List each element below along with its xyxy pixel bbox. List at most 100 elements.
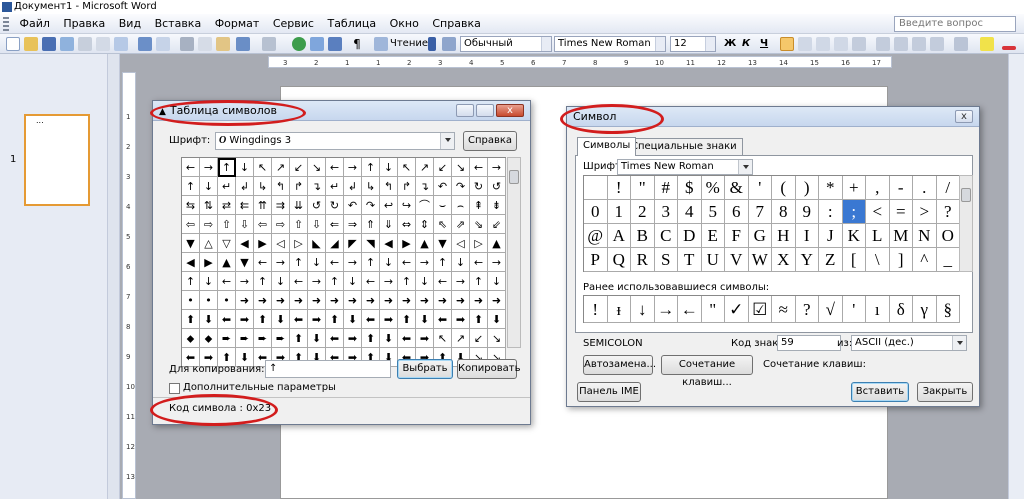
charmap-char-cell[interactable]: ⇐ xyxy=(326,215,344,234)
charmap-char-cell[interactable]: ↲ xyxy=(236,177,254,196)
charmap-font-select[interactable]: O Wingdings 3 xyxy=(215,132,455,150)
symbol-cell[interactable]: . xyxy=(913,176,937,200)
charmap-char-cell[interactable]: ← xyxy=(326,158,344,177)
symbol-cell[interactable]: Z xyxy=(819,248,843,272)
charmap-char-cell[interactable]: → xyxy=(416,253,434,272)
symbol-cell[interactable]: 9 xyxy=(795,200,819,224)
charmap-char-cell[interactable]: ➜ xyxy=(308,291,326,310)
charmap-char-cell[interactable]: ↺ xyxy=(488,177,506,196)
charmap-char-cell[interactable]: ← xyxy=(434,272,452,291)
symbol-scroll-thumb[interactable] xyxy=(961,188,971,202)
charmap-char-cell[interactable]: ⇇ xyxy=(236,196,254,215)
symbol-cell[interactable]: ! xyxy=(607,176,631,200)
symbol-cell[interactable]: I xyxy=(795,224,819,248)
reading-mode-icon[interactable] xyxy=(374,37,388,51)
charmap-char-cell[interactable]: ⇆ xyxy=(182,196,200,215)
recent-symbol-cell[interactable]: ᵻ xyxy=(607,296,631,323)
charmap-char-cell[interactable]: ➨ xyxy=(218,329,236,348)
symbol-cell[interactable]: ; xyxy=(842,200,866,224)
symbol-cell[interactable]: P xyxy=(584,248,608,272)
shortcut-key-button[interactable]: Сочетание клавиш... xyxy=(661,355,753,388)
symbol-cell[interactable]: $ xyxy=(678,176,702,200)
charmap-char-cell[interactable]: ➡ xyxy=(452,310,470,329)
symbol-cell[interactable]: B xyxy=(631,224,655,248)
charmap-char-cell[interactable]: → xyxy=(452,272,470,291)
tables-borders-icon[interactable] xyxy=(310,37,324,51)
menu-edit[interactable]: Правка xyxy=(58,14,110,34)
charmap-char-cell[interactable]: ⬇ xyxy=(200,310,218,329)
reading-mode-label[interactable]: Чтение xyxy=(390,36,428,52)
copy-button[interactable]: Копировать xyxy=(457,359,520,379)
charmap-char-cell[interactable]: ↱ xyxy=(398,177,416,196)
charmap-char-cell[interactable]: ⇄ xyxy=(218,196,236,215)
symbol-cell[interactable]: V xyxy=(725,248,749,272)
charmap-char-cell[interactable]: ⌢ xyxy=(452,196,470,215)
charmap-char-cell[interactable]: ↓ xyxy=(200,177,218,196)
charmap-char-cell[interactable]: ↑ xyxy=(326,272,344,291)
translate-icon[interactable] xyxy=(156,37,170,51)
tab-symbols[interactable]: Символы xyxy=(577,137,637,156)
numbering-icon[interactable] xyxy=(876,37,890,51)
symbol-cell[interactable]: 7 xyxy=(748,200,772,224)
charmap-char-cell[interactable]: ▶ xyxy=(398,234,416,253)
symbol-grid-scrollbar[interactable] xyxy=(959,175,973,272)
recent-symbol-cell[interactable]: ☑ xyxy=(748,296,772,323)
symbol-close-button[interactable]: x xyxy=(955,110,973,123)
charmap-char-cell[interactable]: ↵ xyxy=(218,177,236,196)
symbol-cell[interactable]: L xyxy=(866,224,890,248)
charmap-char-cell[interactable]: → xyxy=(272,253,290,272)
charmap-char-cell[interactable]: ◤ xyxy=(344,234,362,253)
symbol-cell[interactable]: M xyxy=(889,224,913,248)
menu-insert[interactable]: Вставка xyxy=(150,14,207,34)
charmap-char-cell[interactable]: ↖ xyxy=(434,329,452,348)
charmap-char-cell[interactable]: ⇑ xyxy=(362,215,380,234)
symbol-cell[interactable]: = xyxy=(889,200,913,224)
charmap-char-cell[interactable]: ↳ xyxy=(254,177,272,196)
page-thumbnail[interactable]: ... xyxy=(24,114,90,206)
symbol-cell[interactable]: ] xyxy=(889,248,913,272)
symbol-cell[interactable]: F xyxy=(725,224,749,248)
charmap-char-cell[interactable]: ↓ xyxy=(380,158,398,177)
charmap-char-cell[interactable]: ➡ xyxy=(344,329,362,348)
charmap-char-cell[interactable]: ⬇ xyxy=(380,329,398,348)
charmap-char-cell[interactable]: ⇩ xyxy=(236,215,254,234)
menu-help[interactable]: Справка xyxy=(427,14,485,34)
recent-symbol-cell[interactable]: ' xyxy=(842,296,866,323)
charmap-char-cell[interactable]: ↩ xyxy=(380,196,398,215)
charmap-char-cell[interactable]: ⌒ xyxy=(416,196,434,215)
charmap-minimize-button[interactable] xyxy=(456,104,474,117)
symbol-cell[interactable]: 0 xyxy=(584,200,608,224)
bullets-icon[interactable] xyxy=(894,37,908,51)
charmap-char-cell[interactable]: ➨ xyxy=(254,329,272,348)
select-button[interactable]: Выбрать xyxy=(397,359,453,379)
charmap-char-cell[interactable]: ↘ xyxy=(488,329,506,348)
symbol-cell[interactable]: ' xyxy=(748,176,772,200)
hyperlink-icon[interactable] xyxy=(292,37,306,51)
charmap-char-cell[interactable]: ➨ xyxy=(272,329,290,348)
charmap-char-cell[interactable]: ➨ xyxy=(236,329,254,348)
charmap-char-cell[interactable]: ➜ xyxy=(452,291,470,310)
charmap-char-cell[interactable]: ↑ xyxy=(290,253,308,272)
copy-field[interactable]: ↑ xyxy=(265,360,391,378)
redo-icon[interactable] xyxy=(262,37,276,51)
charmap-char-cell[interactable]: ← xyxy=(218,272,236,291)
show-formatting-icon[interactable]: ¶ xyxy=(350,37,364,51)
charmap-char-cell[interactable]: ← xyxy=(362,272,380,291)
charmap-char-cell[interactable]: ➡ xyxy=(236,310,254,329)
charmap-char-cell[interactable]: ← xyxy=(470,158,488,177)
symbol-cell[interactable]: + xyxy=(842,176,866,200)
symbol-cell[interactable]: # xyxy=(654,176,678,200)
charmap-char-cell[interactable]: ⇈ xyxy=(254,196,272,215)
charmap-char-cell[interactable]: → xyxy=(380,272,398,291)
charmap-char-cell[interactable]: ⇒ xyxy=(344,215,362,234)
symbol-cell[interactable]: / xyxy=(936,176,960,200)
charmap-char-cell[interactable]: ↑ xyxy=(182,272,200,291)
charmap-char-cell[interactable]: → xyxy=(344,253,362,272)
menu-view[interactable]: Вид xyxy=(114,14,146,34)
charmap-char-cell[interactable]: → xyxy=(236,272,254,291)
charmap-char-cell[interactable]: ⬇ xyxy=(488,310,506,329)
font-select[interactable]: Times New Roman xyxy=(554,36,666,52)
cut-icon[interactable] xyxy=(180,37,194,51)
charmap-char-cell[interactable]: ← xyxy=(470,253,488,272)
charmap-char-cell[interactable]: ↓ xyxy=(344,272,362,291)
